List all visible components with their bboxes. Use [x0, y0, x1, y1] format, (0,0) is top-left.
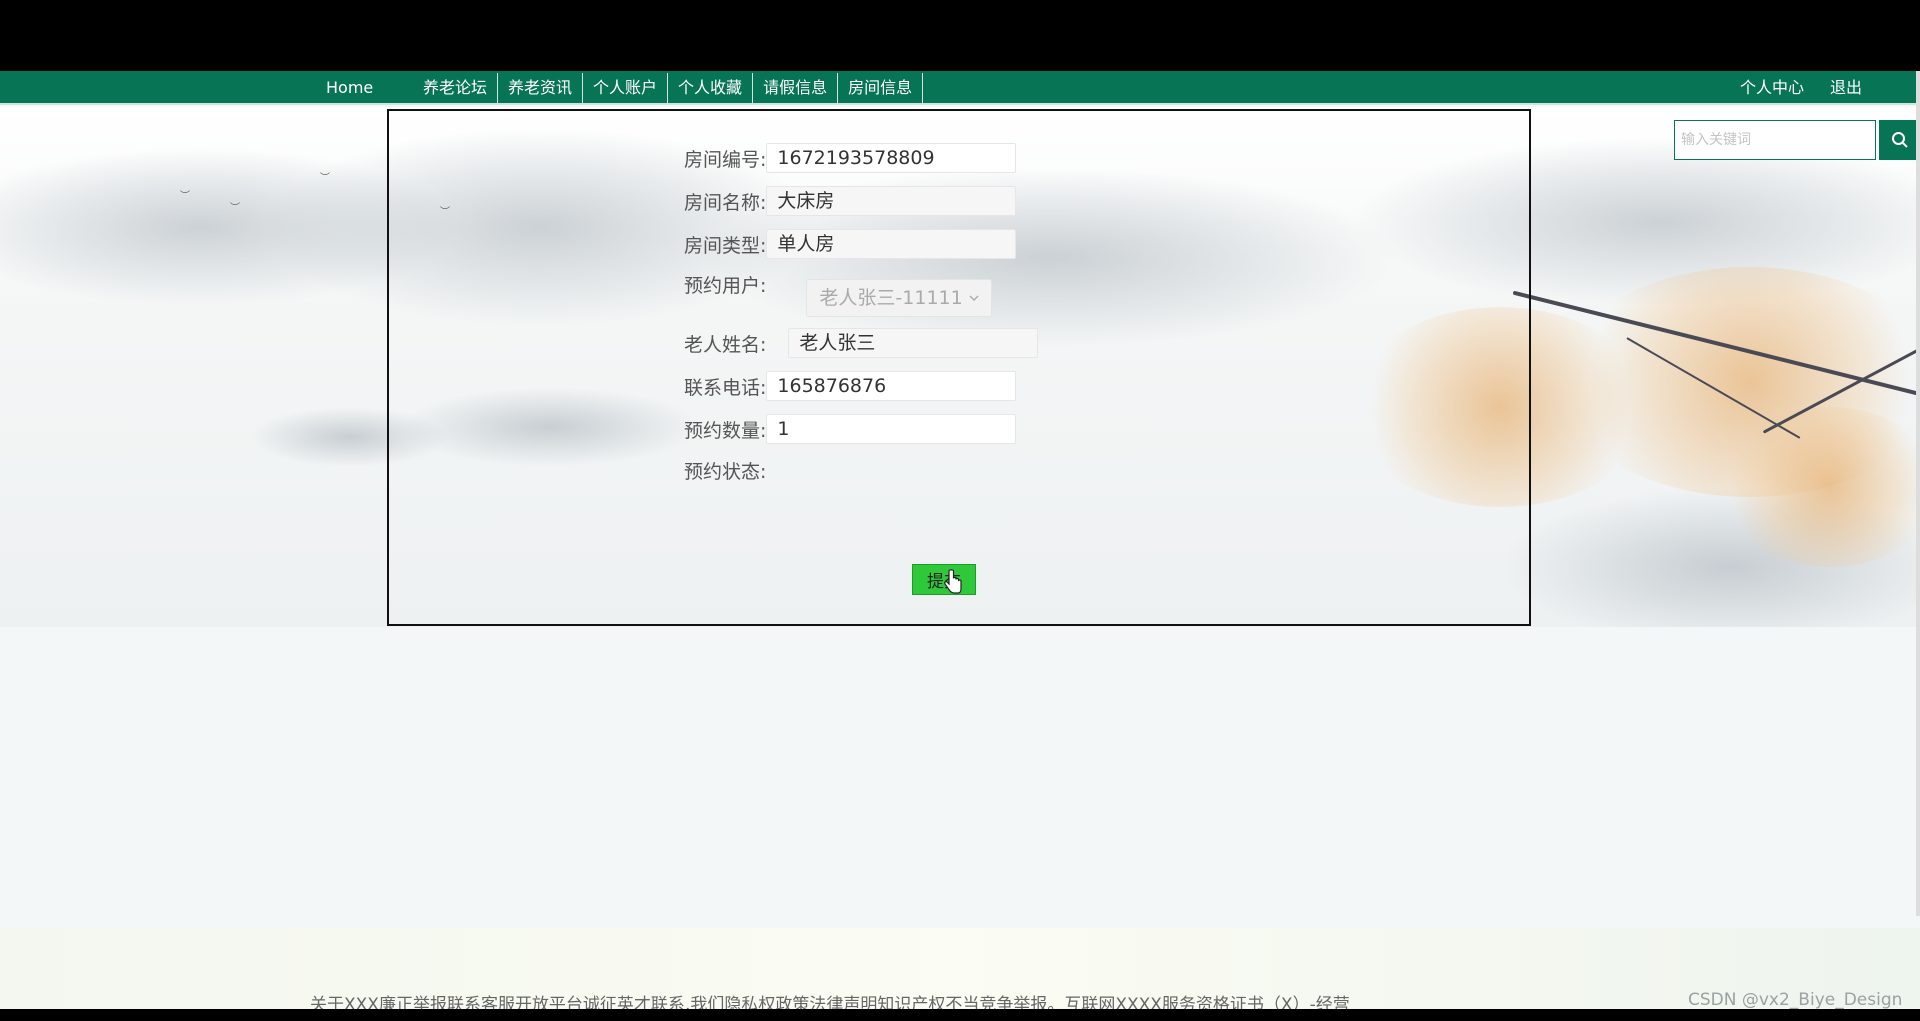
room-no-label: 房间编号: — [684, 148, 767, 171]
status-label: 预约状态: — [684, 461, 767, 483]
room-name-label: 房间名称: — [684, 191, 767, 214]
nav-home[interactable]: Home — [326, 71, 373, 105]
booking-user-row: 预约用户: 老人张三-11111 — [684, 271, 993, 317]
bird-icon: ︶ — [320, 173, 330, 184]
room-name-row: 房间名称: 大床房 — [684, 186, 1017, 216]
booking-form: 房间编号: 1672193578809 房间名称: 大床房 房间类型: 单人房 … — [387, 109, 1531, 626]
quantity-row: 预约数量: 1 — [684, 414, 1017, 444]
watermark: CSDN @vx2_Biye_Design — [1688, 990, 1903, 1010]
nav-item-news[interactable]: 养老资讯 — [498, 73, 584, 103]
room-type-label: 房间类型: — [684, 234, 767, 257]
phone-field[interactable]: 165876876 — [766, 371, 1017, 401]
room-no-field[interactable]: 1672193578809 — [766, 143, 1017, 173]
window-top-bar — [0, 0, 1920, 71]
elder-name-row: 老人姓名: 老人张三 — [684, 328, 1039, 358]
chevron-down-icon — [969, 295, 979, 301]
room-type-row: 房间类型: 单人房 — [684, 229, 1017, 259]
search-input[interactable] — [1674, 120, 1876, 160]
bird-icon: ︶ — [180, 191, 190, 202]
scrollbar[interactable] — [1916, 71, 1920, 916]
room-name-field[interactable]: 大床房 — [766, 186, 1017, 216]
logout-link[interactable]: 退出 — [1830, 71, 1862, 105]
quantity-field[interactable]: 1 — [766, 414, 1017, 444]
room-type-field[interactable]: 单人房 — [766, 229, 1017, 259]
booking-user-value: 老人张三-11111 — [819, 287, 963, 309]
quantity-label: 预约数量: — [684, 419, 767, 442]
personal-center-link[interactable]: 个人中心 — [1740, 71, 1804, 105]
nav-item-account[interactable]: 个人账户 — [583, 73, 669, 103]
window-bottom-bar — [0, 1009, 1920, 1021]
nav-item-favorites[interactable]: 个人收藏 — [668, 73, 754, 103]
bird-icon: ︶ — [230, 203, 240, 214]
nav-item-forum[interactable]: 养老论坛 — [413, 73, 499, 103]
phone-label: 联系电话: — [684, 376, 767, 399]
nav-item-rooms[interactable]: 房间信息 — [838, 73, 924, 103]
elder-name-label: 老人姓名: — [684, 333, 767, 356]
nav-menu: 养老论坛 养老资讯 个人账户 个人收藏 请假信息 房间信息 — [413, 73, 924, 103]
phone-row: 联系电话: 165876876 — [684, 371, 1017, 401]
search-icon — [1891, 132, 1908, 148]
nav-right-links: 个人中心 退出 — [1740, 71, 1862, 105]
status-row: 预约状态: — [684, 457, 766, 484]
room-no-row: 房间编号: 1672193578809 — [684, 143, 1017, 173]
elder-name-field[interactable]: 老人张三 — [788, 328, 1039, 358]
nav-item-leave[interactable]: 请假信息 — [753, 73, 839, 103]
booking-user-select[interactable]: 老人张三-11111 — [806, 279, 993, 317]
top-navigation: Home 养老论坛 养老资讯 个人账户 个人收藏 请假信息 房间信息 个人中心 … — [0, 71, 1920, 105]
booking-user-label: 预约用户: — [684, 275, 767, 297]
mouse-pointer-icon — [944, 569, 962, 594]
search-button[interactable] — [1879, 120, 1920, 160]
